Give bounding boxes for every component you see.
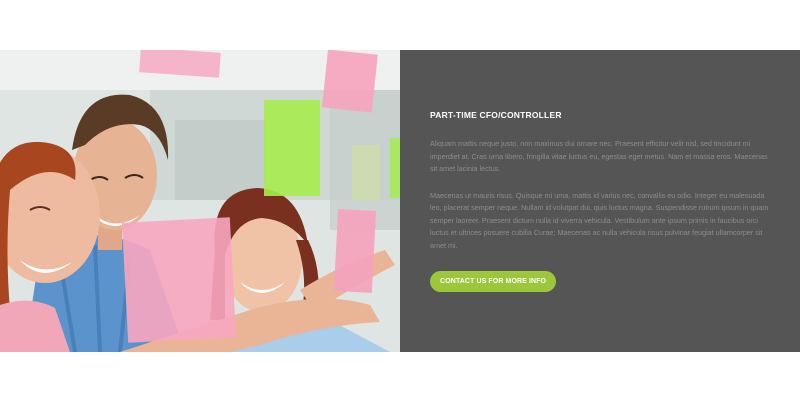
team-photo [0,50,400,352]
contact-us-button[interactable]: CONTACT US FOR MORE INFO [430,271,557,292]
service-info-panel: PART-TIME CFO/CONTROLLER Aliquam mattis … [400,50,800,352]
section-heading: PART-TIME CFO/CONTROLLER [430,110,562,120]
description-paragraph-1: Aliquam mattis neque justo, non maximus … [430,139,768,173]
hero-band: PART-TIME CFO/CONTROLLER Aliquam mattis … [0,50,800,352]
description-paragraph-2: Maecenas ut mauris risus. Quisque mi uma… [430,190,769,250]
team-brainstorm-illustration [0,50,400,352]
